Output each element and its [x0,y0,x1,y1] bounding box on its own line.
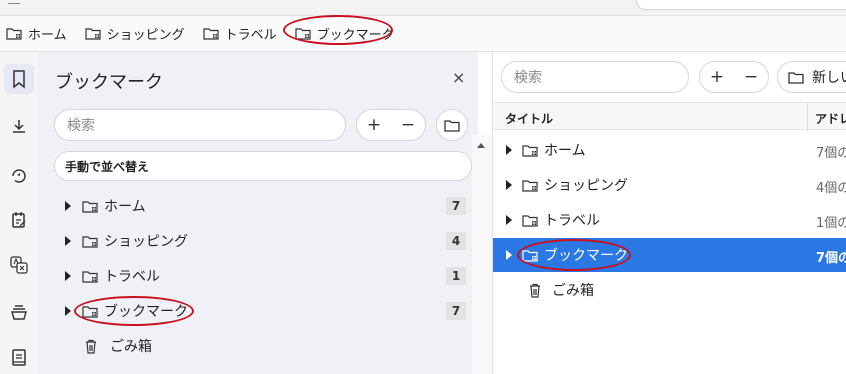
manager-toolbar: 検索 + − 新しい [493,52,846,102]
column-divider[interactable] [807,103,808,131]
folder-icon [82,200,98,213]
folder-label: ホーム [104,199,146,215]
address-bar-edge[interactable] [636,0,846,10]
panel-trash[interactable]: ごみ箱 [54,331,466,361]
zoom-controls: + − [356,109,426,141]
tab-edge [8,0,20,4]
table-header: タイトル アドレ [493,102,846,131]
folder-icon [522,249,538,262]
bookmarks-bar-item-home[interactable]: ホーム [6,24,67,43]
manager-search-input[interactable]: 検索 [501,61,689,93]
bookmarks-bar-label: ショッピング [106,28,185,43]
count-badge: 7 [446,197,466,215]
row-title: トラベル [544,213,600,229]
row-title: ホーム [544,143,586,159]
row-address: 4個の [816,181,846,196]
folder-icon [82,270,98,283]
row-title: ごみ箱 [552,283,594,299]
row-address: 7個の [816,251,846,266]
panel-scrollbar[interactable] [472,135,492,374]
bookmarks-bar-label: トラベル [224,28,277,43]
add-button[interactable]: + [367,115,381,135]
trash-icon [86,339,96,354]
expand-arrow-icon[interactable] [506,215,512,225]
sidebar-rail [0,52,38,374]
manager-zoom-controls: + − [699,61,769,93]
bookmarks-bar-item-shopping[interactable]: ショッピング [85,24,185,43]
bookmarks-side-panel: ブックマーク × 検索 + − 手動で並べ替え ホーム 7 ショッピング 4 ト… [38,52,478,374]
folder-icon [82,235,98,248]
folder-icon [522,179,538,192]
folder-icon [788,71,804,84]
table-row-trash[interactable]: ごみ箱 [493,273,846,307]
new-folder-label: 新しい [812,70,846,86]
bookmarks-bar-label: ホーム [28,28,67,43]
row-address: 1個の [816,216,846,231]
reading-list-icon[interactable] [4,342,34,372]
expand-arrow-icon[interactable] [506,145,512,155]
folder-icon [522,144,538,157]
expand-arrow-icon[interactable] [65,271,71,281]
expand-arrow-icon[interactable] [65,201,71,211]
folder-icon [522,214,538,227]
remove-button[interactable]: − [401,115,415,135]
panel-folder-home[interactable]: ホーム 7 [54,191,466,221]
close-icon[interactable]: × [452,68,465,87]
folder-icon [82,305,98,318]
table-row[interactable]: ショッピング 4個の [493,168,846,202]
expand-arrow-icon[interactable] [65,236,71,246]
table-row[interactable]: トラベル 1個の [493,203,846,237]
expand-arrow-icon[interactable] [506,250,512,260]
folder-icon [444,119,460,132]
sort-dropdown[interactable]: 手動で並べ替え [54,151,472,181]
new-folder-button[interactable] [436,109,468,141]
folder-label: トラベル [104,269,160,285]
scroll-up-arrow-icon[interactable] [477,143,485,148]
trash-label: ごみ箱 [110,339,152,355]
folder-icon [295,27,311,40]
bookmarks-bar: ホーム ショッピング トラベル ブックマーク [0,15,846,52]
expand-arrow-icon[interactable] [506,180,512,190]
add-button[interactable]: + [710,67,724,87]
column-header-address[interactable]: アドレ [815,110,846,127]
new-folder-button[interactable]: 新しい [777,61,846,93]
translate-icon[interactable] [4,250,34,280]
row-address: 7個の [816,146,846,161]
panel-search-input[interactable]: 検索 [54,109,346,141]
bookmark-icon[interactable] [4,64,34,94]
panel-title: ブックマーク [55,72,163,93]
count-badge: 4 [446,232,466,250]
folder-icon [203,27,219,40]
bookmarks-bar-item-bookmarks[interactable]: ブックマーク [282,15,395,45]
panel-folder-shopping[interactable]: ショッピング 4 [54,226,466,256]
folder-icon [6,27,22,40]
bookmarks-bar-label: ブックマーク [316,28,395,43]
browser-top-strip [0,0,846,16]
bookmarks-bar-item-travel[interactable]: トラベル [203,24,277,43]
notes-icon[interactable] [4,205,34,235]
history-icon[interactable] [4,159,34,189]
row-title: ショッピング [544,178,628,194]
expand-arrow-icon[interactable] [65,306,71,316]
download-icon[interactable] [4,112,34,142]
trash-icon [530,283,540,298]
panel-folder-travel[interactable]: トラベル 1 [54,261,466,291]
folder-label: ブックマーク [104,304,188,320]
count-badge: 1 [446,267,466,285]
folder-icon [85,27,101,40]
count-badge: 7 [446,302,466,320]
table-row-selected[interactable]: ブックマーク 7個の [493,238,846,272]
table-row[interactable]: ホーム 7個の [493,133,846,167]
column-header-title[interactable]: タイトル [505,110,553,127]
panel-folder-bookmarks[interactable]: ブックマーク 7 [54,296,466,326]
row-title: ブックマーク [544,248,628,264]
folder-label: ショッピング [104,234,188,250]
bookmark-manager: 検索 + − 新しい タイトル アドレ ホーム 7個の ショッピング 4個の ト… [492,52,846,374]
remove-button[interactable]: − [744,67,758,87]
stack-icon[interactable] [4,297,34,327]
